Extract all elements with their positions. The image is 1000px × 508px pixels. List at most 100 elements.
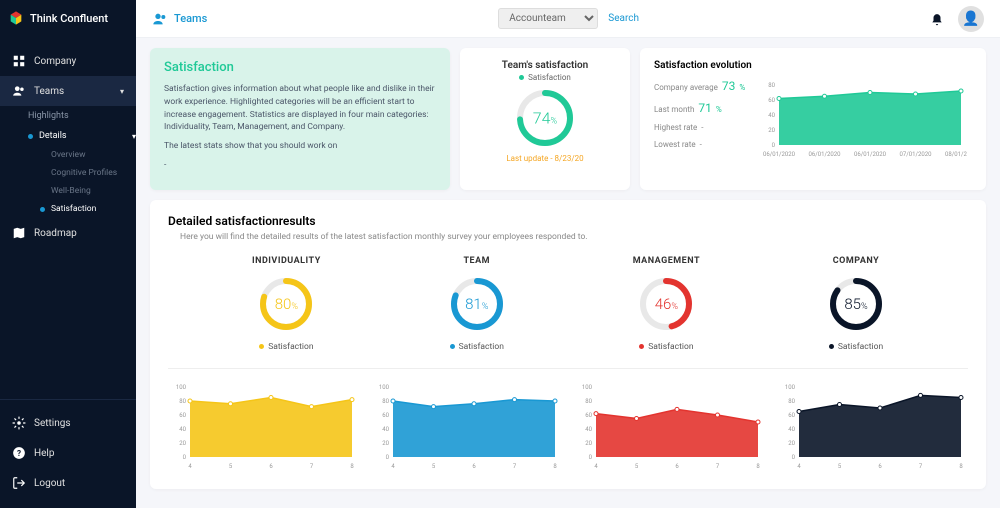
svg-text:0: 0 (589, 454, 593, 461)
svg-text:6: 6 (878, 463, 882, 470)
nav-logout[interactable]: Logout (0, 468, 136, 498)
bell-icon[interactable] (930, 12, 944, 26)
svg-text:?: ? (17, 448, 21, 458)
svg-text:40: 40 (382, 426, 389, 433)
svg-text:4: 4 (188, 463, 192, 470)
topbar: Teams Accounteam Search 👤 (136, 0, 1000, 38)
chevron-down-icon: ▾ (120, 87, 124, 96)
svg-text:8: 8 (350, 463, 354, 470)
svg-text:100: 100 (785, 384, 796, 391)
chart-management: 02040608010045678 (574, 381, 765, 475)
info-card: Satisfaction Satisfaction gives informat… (150, 48, 450, 190)
main: Teams Accounteam Search 👤 Satisfaction S… (136, 0, 1000, 508)
nav-bottom: Settings ? Help Logout (0, 399, 136, 508)
cat-team: TEAM 81% Satisfaction (449, 256, 505, 352)
svg-text:4: 4 (797, 463, 801, 470)
last-update: Last update - 8/23/20 (474, 154, 616, 163)
avatar[interactable]: 👤 (958, 6, 984, 32)
svg-text:40: 40 (179, 426, 186, 433)
evolution-stats: Company average 73% Last month 71% Highe… (654, 79, 745, 163)
logo-icon (8, 10, 24, 26)
nav-teams[interactable]: Teams ▾ (0, 76, 136, 106)
svg-text:0: 0 (792, 454, 796, 461)
svg-text:0: 0 (183, 454, 187, 461)
svg-text:6: 6 (675, 463, 679, 470)
detail-sub: Here you will find the detailed results … (168, 232, 968, 242)
nav-satisfaction[interactable]: Satisfaction (40, 200, 136, 218)
svg-text:20: 20 (768, 127, 775, 134)
people-icon (152, 11, 168, 27)
svg-text:80: 80 (179, 398, 186, 405)
svg-text:7: 7 (716, 463, 720, 470)
nav-company[interactable]: Company (0, 46, 136, 76)
svg-text:5: 5 (432, 463, 436, 470)
info-title: Satisfaction (164, 60, 436, 75)
cat-management: MANAGEMENT 46% Satisfaction (633, 256, 700, 352)
svg-text:40: 40 (788, 426, 795, 433)
svg-text:06/01/2020: 06/01/2020 (809, 151, 842, 158)
nav-details[interactable]: Details ▾ (28, 126, 136, 146)
chart-individuality: 02040608010045678 (168, 381, 359, 475)
svg-text:06/01/2020: 06/01/2020 (763, 151, 796, 158)
svg-text:5: 5 (838, 463, 842, 470)
nav-settings[interactable]: Settings (0, 408, 136, 438)
team-sat-legend: Satisfaction (474, 73, 616, 82)
team-sat-donut: 74% (515, 88, 575, 148)
svg-text:8: 8 (959, 463, 963, 470)
svg-text:6: 6 (269, 463, 273, 470)
brand-name: Think Confluent (30, 12, 108, 25)
svg-text:4: 4 (594, 463, 598, 470)
detail-title: Detailed satisfactionresults (168, 214, 968, 228)
svg-text:07/01/2020: 07/01/2020 (900, 151, 933, 158)
svg-text:80: 80 (382, 398, 389, 405)
nav-highlights[interactable]: Highlights (28, 106, 136, 126)
search-link[interactable]: Search (608, 13, 639, 24)
svg-text:8: 8 (756, 463, 760, 470)
svg-text:7: 7 (310, 463, 314, 470)
nav-main: Company Teams ▾ Highlights Details ▾ Ove… (0, 36, 136, 399)
team-sat-title: Team's satisfaction (474, 60, 616, 71)
help-icon: ? (12, 446, 26, 460)
svg-text:80: 80 (768, 82, 775, 89)
svg-text:20: 20 (179, 440, 186, 447)
svg-text:100: 100 (582, 384, 593, 391)
team-satisfaction-card: Team's satisfaction Satisfaction 74% Las… (460, 48, 630, 190)
sidebar: Think Confluent Company Teams ▾ Highligh… (0, 0, 136, 508)
nav-help[interactable]: ? Help (0, 438, 136, 468)
detail-card: Detailed satisfactionresults Here you wi… (150, 200, 986, 489)
active-dot-icon (40, 207, 45, 212)
nav-overview[interactable]: Overview (40, 146, 136, 164)
svg-text:40: 40 (585, 426, 592, 433)
svg-text:100: 100 (379, 384, 390, 391)
account-select[interactable]: Accounteam (498, 8, 598, 29)
evolution-chart: 02040608006/01/202006/01/202006/01/20200… (757, 79, 972, 163)
logout-icon (12, 476, 26, 490)
cat-individuality: INDIVIDUALITY 80% Satisfaction (252, 256, 321, 352)
nav-roadmap[interactable]: Roadmap (0, 218, 136, 248)
svg-text:0: 0 (386, 454, 390, 461)
svg-text:5: 5 (229, 463, 233, 470)
page-title: Teams (152, 11, 207, 27)
nav-cognitive[interactable]: Cognitive Profiles (40, 164, 136, 182)
nav-wellbeing[interactable]: Well-Being (40, 182, 136, 200)
evolution-title: Satisfaction evolution (654, 60, 972, 71)
brand-logo[interactable]: Think Confluent (0, 0, 136, 36)
active-dot-icon (28, 134, 33, 139)
svg-text:100: 100 (176, 384, 187, 391)
info-text-2: The latest stats show that you should wo… (164, 140, 436, 153)
svg-text:8: 8 (553, 463, 557, 470)
svg-text:0: 0 (772, 142, 776, 149)
people-icon (12, 84, 26, 98)
svg-text:80: 80 (788, 398, 795, 405)
svg-text:80: 80 (585, 398, 592, 405)
evolution-card: Satisfaction evolution Company average 7… (640, 48, 986, 190)
svg-text:4: 4 (391, 463, 395, 470)
svg-text:60: 60 (768, 97, 775, 104)
svg-text:60: 60 (382, 412, 389, 419)
gear-icon (12, 416, 26, 430)
svg-text:5: 5 (635, 463, 639, 470)
svg-text:20: 20 (382, 440, 389, 447)
chart-company: 02040608010045678 (777, 381, 968, 475)
info-text-1: Satisfaction gives information about wha… (164, 83, 436, 134)
svg-text:60: 60 (585, 412, 592, 419)
